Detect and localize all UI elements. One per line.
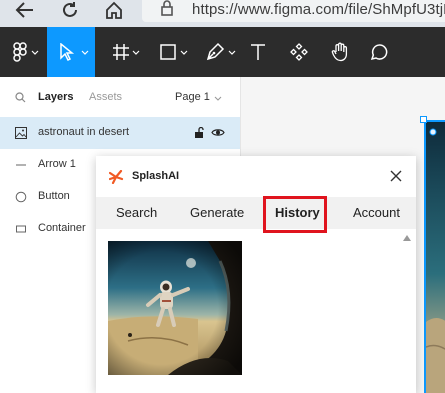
splashai-logo-icon (109, 170, 124, 184)
browser-bar: https://www.figma.com/file/ShMpfU3tjM (0, 0, 445, 27)
refresh-icon (63, 2, 77, 17)
layer-label: astronaut in desert (38, 126, 130, 138)
hand-tool-button[interactable] (327, 27, 353, 77)
search-icon[interactable] (15, 92, 26, 103)
arrow-left-icon (15, 2, 33, 18)
tab-assets[interactable]: Assets (89, 91, 122, 103)
comment-tool-button[interactable] (366, 27, 392, 77)
comment-icon (370, 44, 388, 61)
image-icon (15, 127, 27, 139)
chevron-down-icon (132, 50, 140, 55)
layer-label: Container (38, 222, 86, 234)
frame-tool-button[interactable] (105, 27, 145, 77)
shape-tool-button[interactable] (152, 27, 192, 77)
refresh-button[interactable] (57, 0, 83, 20)
rectangle-icon (16, 225, 26, 233)
splashai-plugin-window: SplashAI Search Generate History Account (96, 156, 416, 393)
page-selector[interactable]: Page 1 (175, 91, 210, 103)
url-text[interactable]: https://www.figma.com/file/ShMpfU3tjM (192, 1, 445, 18)
back-button[interactable] (12, 0, 38, 20)
plugin-header: SplashAI (96, 156, 416, 196)
home-button[interactable] (101, 0, 127, 20)
unlock-icon[interactable] (194, 127, 205, 139)
chevron-down-icon (81, 50, 89, 55)
hand-icon (331, 42, 348, 62)
scroll-up-arrow-icon[interactable] (403, 235, 411, 241)
plugin-title: SplashAI (132, 170, 180, 182)
selected-image-frame[interactable] (424, 120, 445, 393)
layer-label: Arrow 1 (38, 158, 76, 170)
figma-menu-icon (13, 42, 27, 62)
lock-icon (161, 0, 173, 16)
rectangle-icon (160, 44, 176, 60)
move-icon (60, 43, 75, 61)
eye-icon[interactable] (211, 127, 225, 138)
tab-generate[interactable]: Generate (190, 205, 244, 220)
resources-button[interactable] (287, 27, 311, 77)
tab-account[interactable]: Account (353, 205, 400, 220)
tab-layers[interactable]: Layers (38, 91, 73, 103)
tab-search[interactable]: Search (116, 205, 157, 220)
chevron-down-icon (31, 50, 39, 55)
pen-icon (206, 42, 225, 61)
close-icon[interactable] (390, 170, 402, 182)
text-tool-button[interactable] (246, 27, 270, 77)
move-tool-button[interactable] (47, 27, 95, 77)
home-icon (106, 1, 122, 19)
history-tab-highlight (263, 196, 327, 233)
chevron-down-icon (228, 50, 236, 55)
pen-tool-button[interactable] (198, 27, 240, 77)
chevron-down-icon (180, 50, 188, 55)
figma-toolbar (0, 27, 445, 77)
layer-astronaut-in-desert[interactable]: astronaut in desert (0, 117, 240, 149)
history-thumbnail[interactable] (108, 241, 242, 375)
components-icon (290, 43, 308, 61)
plugin-tabs: Search Generate History Account (96, 197, 416, 229)
chevron-down-icon[interactable] (214, 96, 222, 101)
frame-icon (113, 44, 129, 60)
astronaut-image-fragment (426, 128, 445, 393)
astronaut-in-desert-image (108, 241, 242, 375)
main-menu-button[interactable] (0, 27, 46, 77)
resize-handle[interactable] (420, 116, 427, 123)
text-icon (251, 44, 265, 60)
layer-label: Button (38, 190, 70, 202)
ellipse-icon (15, 191, 27, 203)
line-icon (16, 164, 26, 166)
